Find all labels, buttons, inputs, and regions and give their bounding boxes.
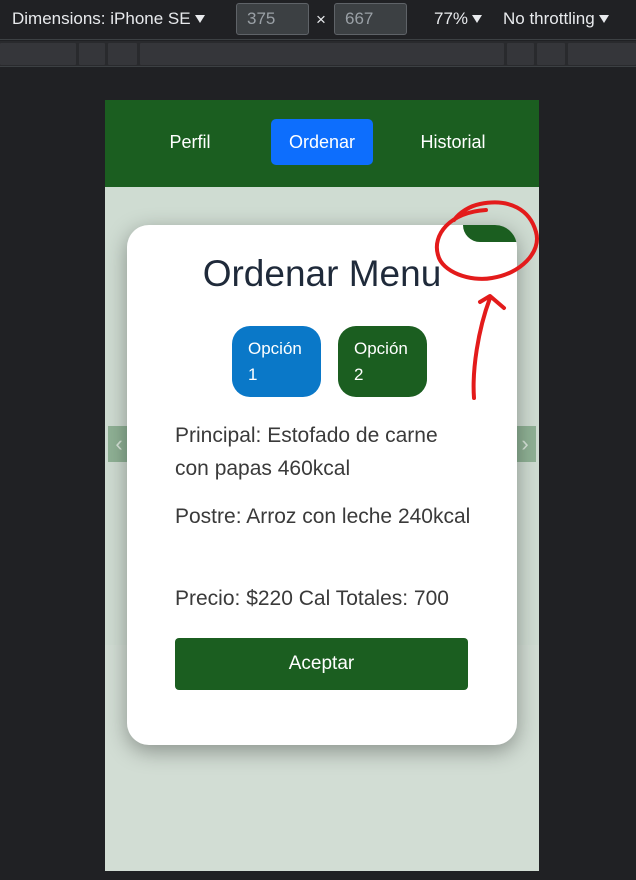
precio-text: Precio: $220 Cal Totales: 700 [175,587,449,610]
device-width-input[interactable]: 375 [236,3,309,35]
option-number: 2 [354,365,364,384]
chevron-down-icon [194,15,205,23]
option-label: Opción [248,339,302,358]
media-query-segment[interactable] [140,43,504,65]
top-navbar: Perfil Ordenar Historial [105,100,539,187]
accept-button[interactable]: Aceptar [175,638,468,690]
media-query-segment[interactable] [0,43,76,65]
media-query-segment[interactable] [79,43,105,65]
zoom-label: 77% [434,9,469,28]
media-query-segment[interactable] [507,43,534,65]
nav-item-perfil[interactable]: Perfil [157,119,223,165]
nav-item-ordenar[interactable]: Ordenar [271,119,373,165]
dimension-separator: × [316,10,326,29]
option-number: 1 [248,365,258,384]
principal-text: Principal: Estofado de carne con papas 4… [175,424,438,480]
chevron-down-icon [598,15,609,23]
device-dimensions-dropdown[interactable]: Dimensions: iPhone SE [12,9,205,29]
option-2-button[interactable]: Opción 2 [338,326,427,397]
carousel-next-button[interactable]: › [514,426,536,462]
device-dimensions-label: Dimensions: iPhone SE [12,9,191,28]
devtools-device-toolbar: Dimensions: iPhone SE 375 × 667 77% No t… [0,0,636,40]
media-query-segment[interactable] [537,43,565,65]
media-query-bar [0,41,636,67]
postre-text: Postre: Arroz con leche 240kcal [175,505,471,528]
nav-item-historial[interactable]: Historial [411,119,495,165]
chevron-down-icon [472,15,483,23]
throttling-label: No throttling [503,9,595,28]
throttling-dropdown[interactable]: No throttling [503,9,609,29]
zoom-dropdown[interactable]: 77% [434,9,483,29]
media-query-segment[interactable] [568,43,636,65]
media-query-segment[interactable] [108,43,137,65]
option-1-button[interactable]: Opción 1 [232,326,321,397]
device-height-input[interactable]: 667 [334,3,407,35]
red-annotation-circle-arrow [434,200,539,400]
option-label: Opción [354,339,408,358]
